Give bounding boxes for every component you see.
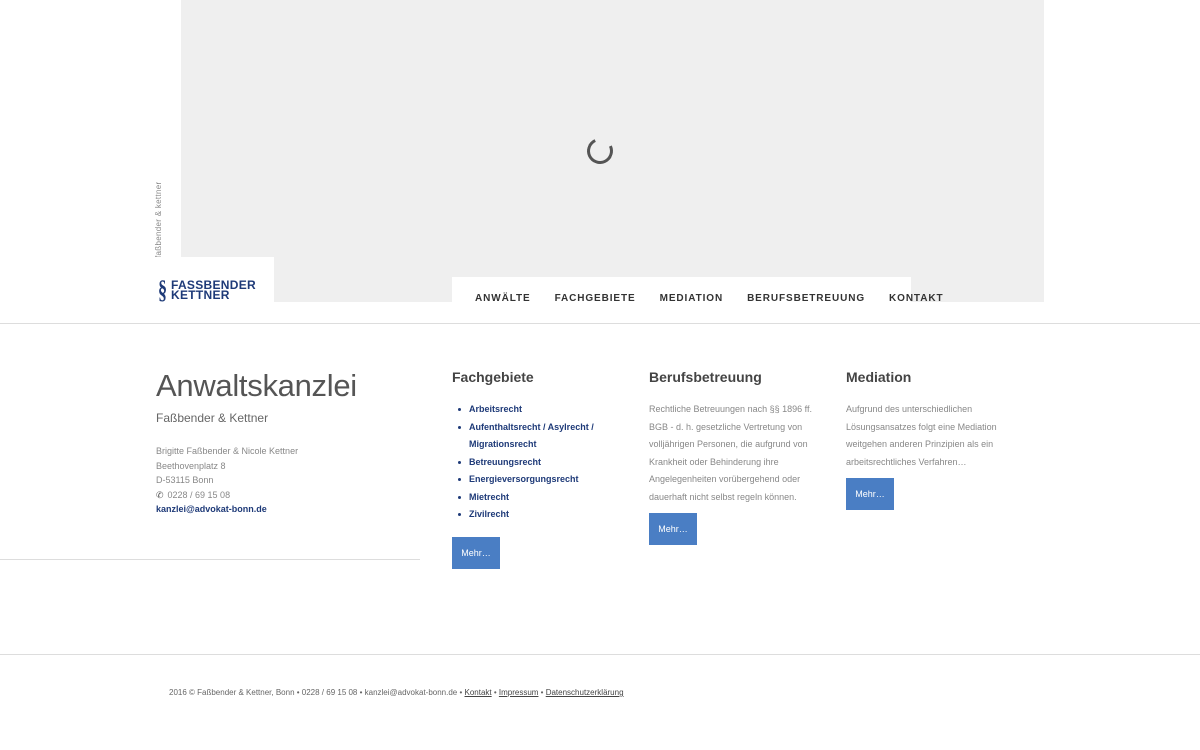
list-item[interactable]: Arbeitsrecht [452,401,637,419]
section-berufsbetreuung: Berufsbetreuung Rechtliche Betreuungen n… [649,369,824,506]
berufsbetreuung-text: Rechtliche Betreuungen nach §§ 1896 ff. … [649,404,812,502]
email-link[interactable]: kanzlei@advokat-bonn.de [156,502,298,517]
logo-s-mark: § [158,275,168,304]
mehr-button-mediation[interactable]: Mehr… [846,478,894,510]
nav-item-fachgebiete[interactable]: FACHGEBIETE [555,293,636,304]
divider-footer [0,654,1200,655]
address-phone: ✆ 0228 / 69 15 08 [156,488,298,503]
section-title-mediation: Mediation [846,369,912,385]
phone-icon: ✆ [156,489,164,500]
footer: 2016 © Faßbender & Kettner, Bonn • 0228 … [169,688,624,697]
section-fachgebiete: Fachgebiete Arbeitsrecht Aufenthaltsrech… [452,369,637,524]
footer-link-datenschutz[interactable]: Datenschutzerklärung [546,688,624,697]
divider-mid [0,559,420,560]
nav-item-berufsbetreuung[interactable]: BERUFSBETREUUNG [747,293,865,304]
fachgebiete-list: Arbeitsrecht Aufenthaltsrecht / Asylrech… [452,401,637,524]
list-item[interactable]: Mietrecht [452,489,637,507]
footer-link-kontakt[interactable]: Kontakt [465,688,492,697]
logo-container[interactable]: § FASSBENDER KETTNER [150,257,274,304]
mehr-button-fachgebiete[interactable]: Mehr… [452,537,500,569]
list-item[interactable]: Aufenthaltsrecht / Asylrecht / Migration… [452,419,637,454]
section-title-berufsbetreuung: Berufsbetreuung [649,369,762,385]
logo[interactable]: § FASSBENDER KETTNER [158,275,256,304]
footer-separator: • [491,688,499,697]
mehr-button-berufsbetreuung[interactable]: Mehr… [649,513,697,545]
section-mediation: Mediation Aufgrund des unterschiedlichen… [846,369,1016,471]
phone-number: 0228 / 69 15 08 [167,489,231,500]
divider-top [0,323,1200,324]
nav-item-mediation[interactable]: MEDIATION [660,293,723,304]
footer-separator: • [538,688,546,697]
page-title: Anwaltskanzlei [156,368,357,403]
nav-item-anwaelte[interactable]: ANWÄLTE [475,293,531,304]
footer-text: 2016 © Faßbender & Kettner, Bonn • 0228 … [169,688,465,697]
address-city: D-53115 Bonn [156,475,214,485]
nav-item-kontakt[interactable]: KONTAKT [889,293,943,304]
vertical-brand-text: faßbender & kettner [154,181,163,258]
address-block: Brigitte Faßbender & Nicole Kettner Beet… [156,444,298,517]
firm-subtitle: Faßbender & Kettner [156,411,269,425]
address-names: Brigitte Faßbender & Nicole Kettner [156,446,299,456]
footer-link-impressum[interactable]: Impressum [499,688,539,697]
logo-line-2: KETTNER [171,288,230,302]
main-nav: ANWÄLTE FACHGEBIETE MEDIATION BERUFSBETR… [452,277,943,304]
section-title-fachgebiete: Fachgebiete [452,369,534,385]
list-item[interactable]: Energieversorgungsrecht [452,471,637,489]
list-item[interactable]: Betreuungsrecht [452,454,637,472]
mediation-text: Aufgrund des unterschiedlichen Lösungsan… [846,404,997,467]
list-item[interactable]: Zivilrecht [452,506,637,524]
address-street: Beethovenplatz 8 [156,460,226,471]
